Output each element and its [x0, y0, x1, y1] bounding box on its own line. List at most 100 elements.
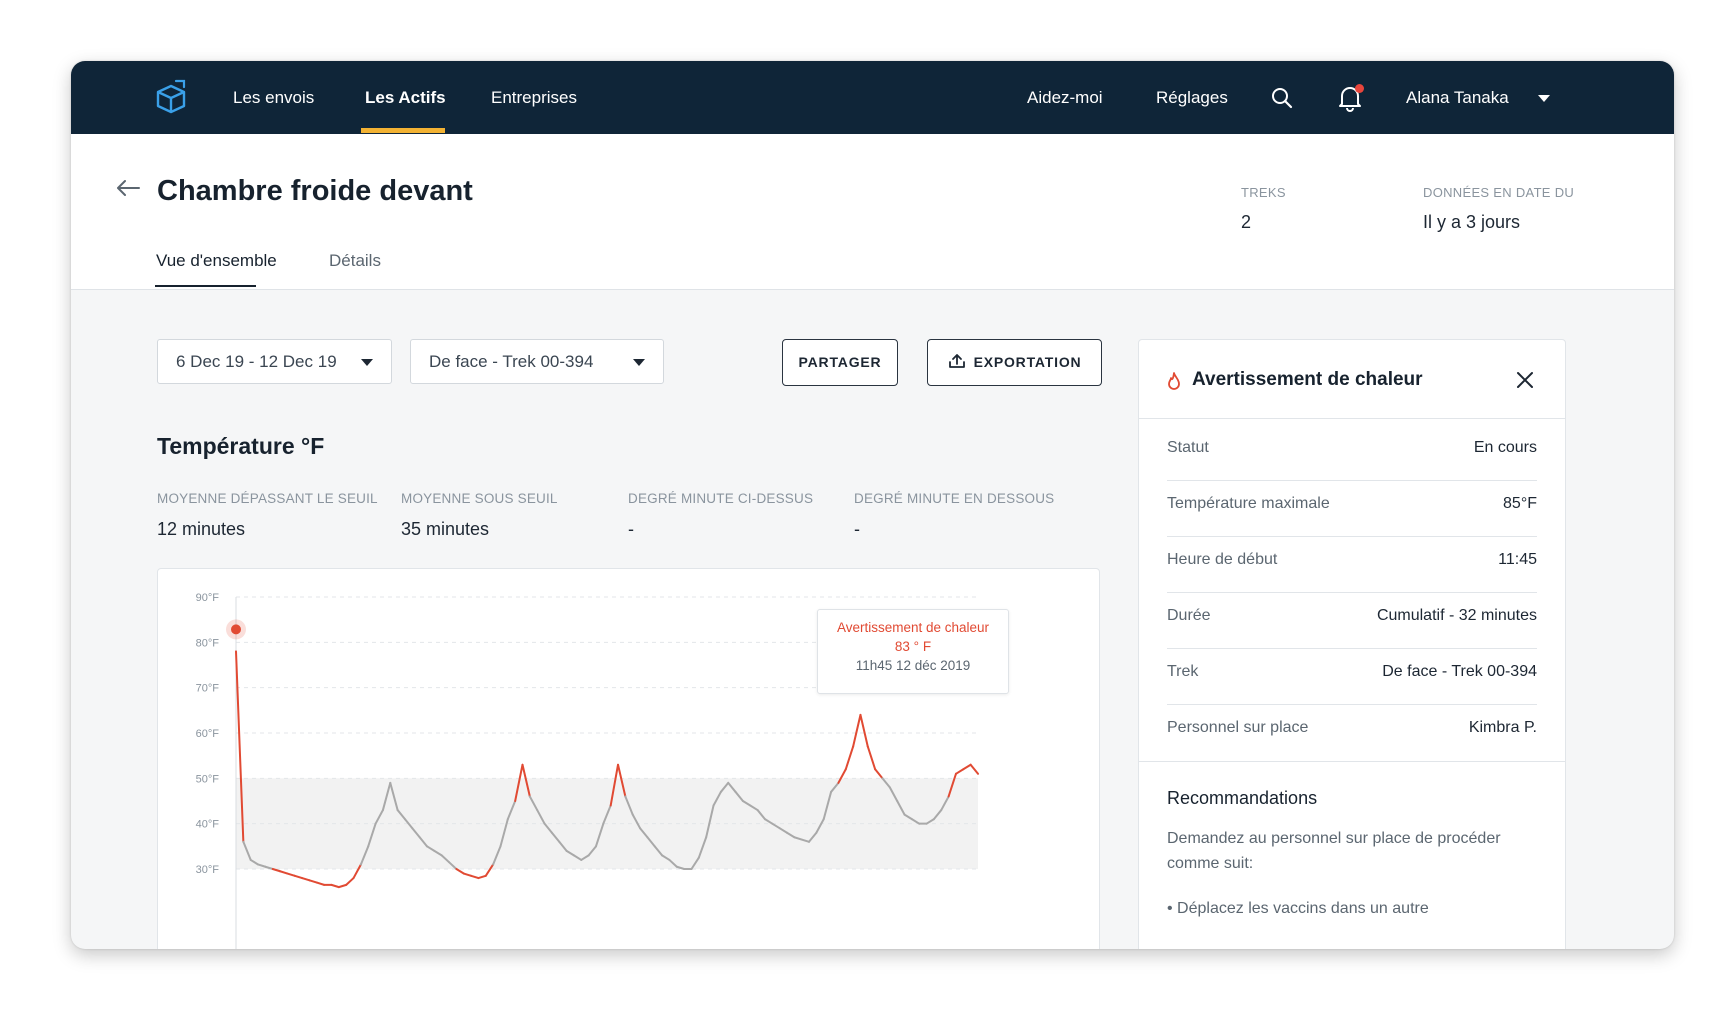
row-value: Kimbra P.: [1468, 719, 1537, 736]
tab-details[interactable]: Détails: [329, 251, 381, 271]
y-tick-label: 90°F: [196, 592, 220, 604]
nav-les-actifs[interactable]: Les Actifs: [365, 61, 446, 134]
notification-dot: [1355, 84, 1364, 93]
row-value: 11:45: [1498, 551, 1537, 568]
recommendations-title: Recommandations: [1167, 788, 1318, 808]
series-line-segment: [315, 881, 326, 886]
series-line-segment: [345, 877, 355, 886]
date-range-value: 6 Dec 19 - 12 Dec 19: [176, 352, 337, 371]
app-window: Les envois Les Actifs Entreprises Aidez-…: [71, 61, 1674, 949]
nav-les-envois[interactable]: Les envois: [233, 61, 314, 134]
user-menu-name[interactable]: Alana Tanaka: [1406, 61, 1509, 134]
series-line-segment: [866, 745, 877, 771]
alert-row-staff: Personnel sur place Kimbra P.: [1167, 699, 1537, 761]
tooltip-time: 11h45 12 déc 2019: [855, 658, 971, 673]
back-arrow-icon[interactable]: [115, 179, 141, 197]
series-line-segment: [286, 872, 296, 877]
series-line-segment: [293, 874, 304, 880]
series-line-segment: [337, 883, 348, 889]
nav-settings-link[interactable]: Réglages: [1156, 61, 1228, 134]
tooltip-title: Avertissement de chaleur: [836, 620, 990, 635]
highlight-point: [231, 624, 241, 635]
search-icon[interactable]: [1271, 87, 1293, 109]
tooltip-value: 83 ° F: [894, 639, 932, 654]
row-label: Durée: [1167, 607, 1211, 624]
data-date-label: DONNÉES EN DATE DU: [1423, 185, 1575, 200]
alert-row-trek: Trek De face - Trek 00-394: [1167, 643, 1537, 705]
export-button[interactable]: EXPORTATION: [927, 339, 1102, 386]
box-logo-icon[interactable]: [154, 78, 188, 114]
row-label: Personnel sur place: [1167, 719, 1309, 736]
y-tick-label: 80°F: [196, 637, 220, 649]
series-line-segment: [852, 713, 862, 748]
stat-label-above: MOYENNE DÉPASSANT LE SEUIL: [157, 491, 378, 506]
row-value: De face - Trek 00-394: [1382, 663, 1537, 680]
recommendations-bullet: • Déplacez les vaccins dans un autre: [1167, 900, 1429, 917]
series-line-segment: [455, 868, 465, 875]
nav-help-link[interactable]: Aidez-moi: [1027, 61, 1103, 134]
y-tick-label: 70°F: [196, 683, 220, 695]
stat-label-degree-above: DEGRÉ MINUTE CI-DESSUS: [628, 491, 814, 506]
row-label: Statut: [1167, 439, 1209, 456]
alert-row-duration: Durée Cumulatif - 32 minutes: [1167, 587, 1537, 649]
series-line-segment: [470, 874, 480, 880]
series-line-segment: [954, 768, 965, 775]
temperature-title: Température °F: [157, 433, 325, 459]
tab-overview[interactable]: Vue d'ensemble: [156, 251, 277, 271]
trek-value: De face - Trek 00-394: [429, 352, 594, 371]
series-line-segment: [969, 763, 979, 775]
date-range-select[interactable]: 6 Dec 19 - 12 Dec 19: [157, 339, 392, 384]
nav-entreprises[interactable]: Entreprises: [491, 61, 577, 134]
chevron-down-icon[interactable]: [1538, 95, 1550, 102]
row-value: 85°F: [1503, 495, 1537, 512]
treks-label: TREKS: [1241, 185, 1286, 200]
series-line-segment: [962, 763, 972, 771]
y-tick-label: 60°F: [196, 728, 220, 740]
alert-row-start-time: Heure de début 11:45: [1167, 531, 1537, 593]
alert-title: Avertissement de chaleur: [1192, 369, 1423, 390]
stat-value-degree-below: -: [854, 519, 860, 539]
trek-select[interactable]: De face - Trek 00-394: [410, 339, 664, 384]
series-line-segment: [859, 713, 869, 748]
data-date-value: Il y a 3 jours: [1423, 212, 1521, 232]
top-navigation: Les envois Les Actifs Entreprises Aidez-…: [71, 61, 1674, 134]
chart-tooltip: Avertissement de chaleur 83 ° F 11h45 12…: [817, 609, 1009, 694]
row-label: Heure de début: [1167, 551, 1278, 568]
series-line-segment: [477, 874, 487, 880]
page-title: Chambre froide devant: [157, 175, 473, 207]
stat-value-above: 12 minutes: [157, 519, 246, 539]
stat-value-degree-above: -: [628, 519, 634, 539]
close-icon[interactable]: [1515, 370, 1535, 390]
chevron-down-icon: [361, 359, 373, 366]
y-tick-label: 50°F: [196, 773, 220, 785]
row-value: En cours: [1473, 439, 1537, 456]
flame-icon: [1168, 372, 1180, 390]
alert-row-max-temp: Température maximale 85°F: [1167, 475, 1537, 537]
panel-divider: [1139, 761, 1565, 762]
recommendations-text: Demandez au personnel sur place de procé…: [1167, 830, 1501, 872]
heat-alert-panel: Avertissement de chaleur Statut En cours…: [1138, 339, 1566, 949]
stat-label-below: MOYENNE SOUS SEUIL: [401, 491, 558, 506]
series-line-segment: [279, 870, 289, 875]
alert-row-status: Statut En cours: [1167, 419, 1537, 481]
nav-active-indicator: [361, 128, 445, 133]
share-button[interactable]: PARTAGER: [782, 339, 898, 386]
series-line-segment: [874, 768, 884, 780]
y-tick-label: 40°F: [196, 819, 220, 831]
series-line-segment: [301, 877, 311, 882]
upload-icon: [948, 354, 965, 368]
series-line-segment: [330, 883, 340, 889]
row-label: Trek: [1167, 663, 1199, 680]
page-header: Chambre froide devant TREKS 2 DONNÉES EN…: [71, 134, 1674, 290]
row-label: Température maximale: [1167, 495, 1330, 512]
stat-label-degree-below: DEGRÉ MINUTE EN DESSOUS: [854, 491, 1055, 506]
y-tick-label: 30°F: [196, 864, 220, 876]
row-value: Cumulatif - 32 minutes: [1376, 607, 1537, 624]
tab-active-indicator: [155, 285, 256, 287]
series-line-segment: [844, 745, 855, 771]
treks-value: 2: [1241, 212, 1252, 232]
series-line-segment: [308, 879, 318, 884]
stat-value-below: 35 minutes: [401, 519, 490, 539]
series-line-segment: [462, 872, 473, 877]
chevron-down-icon: [633, 359, 645, 366]
